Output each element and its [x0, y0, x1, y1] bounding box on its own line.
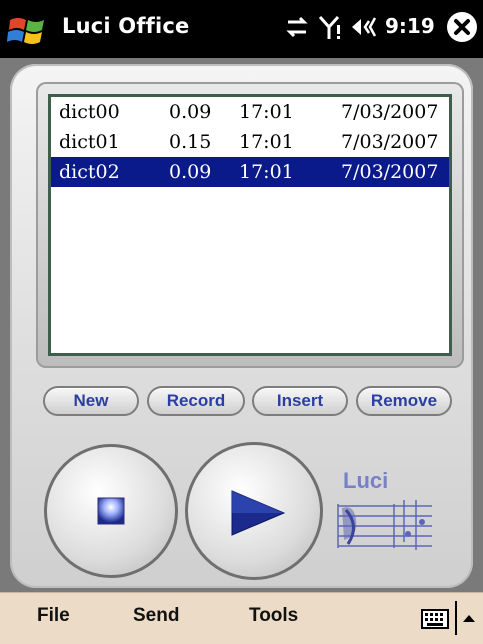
recording-length: 0.15: [169, 131, 212, 153]
menu-tools[interactable]: Tools: [249, 605, 298, 627]
close-icon: [454, 19, 470, 35]
app-title: Luci Office: [62, 14, 190, 38]
list-item[interactable]: dict00 0.09 17:01 7/03/2007: [51, 97, 449, 127]
play-button[interactable]: [185, 442, 323, 580]
list-item[interactable]: dict01 0.15 17:01 7/03/2007: [51, 127, 449, 157]
title-bar: Luci Office 9:19: [0, 0, 483, 58]
recordings-list[interactable]: dict00 0.09 17:01 7/03/2007 dict01 0.15 …: [51, 97, 449, 353]
signal-icon[interactable]: [318, 13, 344, 41]
recording-name: dict02: [59, 161, 120, 183]
logo-text: Luci: [343, 468, 389, 493]
screen-frame: dict00 0.09 17:01 7/03/2007 dict01 0.15 …: [36, 82, 464, 368]
arrow-up-icon[interactable]: [462, 613, 476, 623]
screen-border: dict00 0.09 17:01 7/03/2007 dict01 0.15 …: [48, 94, 452, 356]
recording-length: 0.09: [169, 161, 212, 183]
connectivity-icon[interactable]: [282, 13, 312, 41]
recording-date: 7/03/2007: [341, 131, 439, 153]
keyboard-icon[interactable]: [421, 609, 449, 629]
volume-icon[interactable]: [349, 13, 381, 41]
recording-length: 0.09: [169, 101, 212, 123]
menu-divider: [455, 601, 457, 635]
menu-bar: File Send Tools: [0, 592, 483, 644]
recording-date: 7/03/2007: [341, 101, 439, 123]
recording-time: 17:01: [239, 161, 294, 183]
recording-time: 17:01: [239, 101, 294, 123]
menu-send[interactable]: Send: [133, 605, 179, 627]
recording-name: dict00: [59, 101, 120, 123]
recording-date: 7/03/2007: [341, 161, 439, 183]
stop-icon: [97, 497, 125, 525]
record-button[interactable]: Record: [147, 386, 245, 416]
clock[interactable]: 9:19: [385, 14, 435, 38]
close-button[interactable]: [447, 12, 477, 42]
insert-button[interactable]: Insert: [252, 386, 348, 416]
play-icon: [231, 490, 286, 536]
windows-start-icon[interactable]: [6, 12, 54, 48]
music-staff-icon: [337, 500, 432, 550]
remove-button[interactable]: Remove: [356, 386, 452, 416]
new-button[interactable]: New: [43, 386, 139, 416]
recording-time: 17:01: [239, 131, 294, 153]
stop-button[interactable]: [44, 444, 178, 578]
list-item-selected[interactable]: dict02 0.09 17:01 7/03/2007: [51, 157, 449, 187]
menu-file[interactable]: File: [37, 605, 70, 627]
recording-name: dict01: [59, 131, 120, 153]
